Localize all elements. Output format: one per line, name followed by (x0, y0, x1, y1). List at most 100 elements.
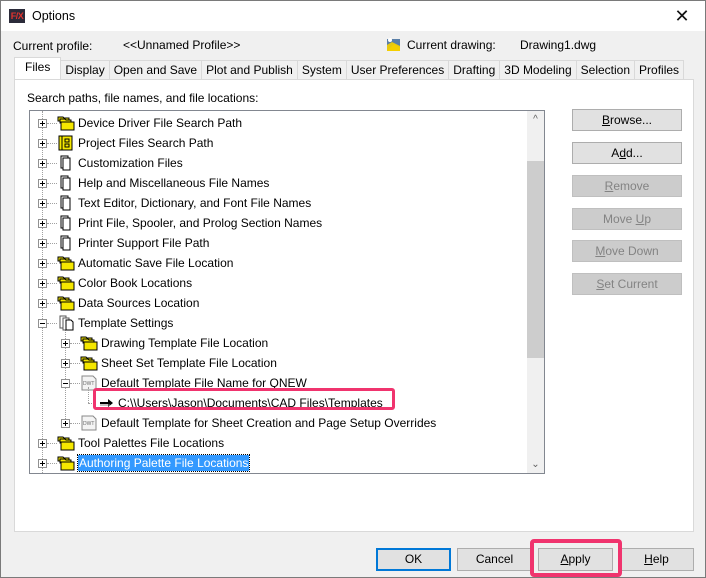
tab-files[interactable]: Files (14, 57, 62, 79)
expand-plus-icon[interactable] (38, 139, 47, 148)
expand-plus-icon[interactable] (38, 279, 47, 288)
expand-plus-icon[interactable] (38, 259, 47, 268)
tree-item-label: Data Sources Location (78, 296, 200, 310)
tree-item[interactable]: Template Settings (30, 313, 525, 333)
tree-connector-line (47, 183, 57, 184)
tab-bar: Files Display Open and Save Plot and Pub… (14, 57, 685, 79)
files-panel: Search paths, file names, and file locat… (14, 79, 694, 532)
expand-plus-icon[interactable] (38, 459, 47, 468)
tree-connector-line (47, 203, 57, 204)
expand-plus-icon[interactable] (38, 239, 47, 248)
search-paths-label: Search paths, file names, and file locat… (27, 91, 259, 105)
template-pages-icon (57, 315, 75, 331)
browse-button[interactable]: Browse... (572, 109, 682, 131)
expand-plus-icon[interactable] (38, 439, 47, 448)
tree-item[interactable]: DWT Default Template for Sheet Creation a… (30, 413, 525, 433)
tree-item[interactable]: Sheet Set Template File Location (30, 353, 525, 373)
current-profile-value: <<Unnamed Profile>> (123, 38, 241, 52)
tab-selection[interactable]: Selection (575, 60, 636, 79)
tree-connector-line (47, 223, 57, 224)
tree-connector-line (70, 383, 80, 384)
collapse-minus-icon[interactable] (61, 379, 70, 388)
folder-stack-icon (57, 295, 75, 311)
tree-item[interactable]: Printer Support File Path (30, 233, 525, 253)
title-bar: F/X Options ✕ (1, 1, 705, 31)
tree-item[interactable]: Drawing Template File Location (30, 333, 525, 353)
expand-plus-icon[interactable] (38, 199, 47, 208)
cancel-button[interactable]: Cancel (457, 548, 532, 571)
tree-connector-line (47, 323, 57, 324)
app-logo-icon: F/X (9, 9, 25, 23)
expand-plus-icon[interactable] (38, 179, 47, 188)
expand-plus-icon[interactable] (38, 299, 47, 308)
close-button[interactable]: ✕ (659, 1, 705, 31)
remove-button[interactable]: Remove (572, 175, 682, 197)
tree-connector-line (47, 263, 57, 264)
tree-item[interactable]: Customization Files (30, 153, 525, 173)
project-files-icon (57, 135, 75, 151)
current-drawing-value: Drawing1.dwg (520, 38, 597, 52)
tree-item-label: Drawing Template File Location (101, 336, 269, 350)
folder-stack-icon (57, 255, 75, 271)
tree-item[interactable]: Print File, Spooler, and Prolog Section … (30, 213, 525, 233)
set-current-button[interactable]: Set Current (572, 273, 682, 295)
tree-connector-line (47, 163, 57, 164)
expand-plus-icon[interactable] (38, 159, 47, 168)
drawing-file-icon (387, 38, 400, 51)
scroll-up-arrow-icon[interactable]: ^ (527, 111, 544, 128)
folder-stack-icon (80, 335, 98, 351)
tree-connector-line (70, 343, 80, 344)
template-path-highlight (93, 388, 395, 410)
tree-item[interactable]: Project Files Search Path (30, 133, 525, 153)
tree-item[interactable]: Device Driver File Search Path (30, 113, 525, 133)
move-up-button[interactable]: Move Up (572, 208, 682, 230)
tab-user-preferences[interactable]: User Preferences (345, 60, 450, 79)
tree-item-selected[interactable]: Authoring Palette File Locations (30, 453, 525, 473)
expand-plus-icon[interactable] (61, 359, 70, 368)
collapse-minus-icon[interactable] (38, 319, 47, 328)
tree-connector-line (47, 303, 57, 304)
tree-item-label: Print File, Spooler, and Prolog Section … (78, 216, 323, 230)
tab-profiles[interactable]: Profiles (634, 60, 685, 79)
tree-item-label: Project Files Search Path (78, 136, 214, 150)
tree-connector-line (47, 123, 57, 124)
tab-open-and-save[interactable]: Open and Save (108, 60, 203, 79)
tree-item-label: Automatic Save File Location (78, 256, 234, 270)
scrollbar-thumb[interactable] (527, 161, 544, 358)
current-profile-label: Current profile: (13, 39, 93, 53)
tree-item-label: Customization Files (78, 156, 183, 170)
tree-item[interactable]: Help and Miscellaneous File Names (30, 173, 525, 193)
document-stack-icon (57, 195, 75, 211)
tree-connector-line (88, 387, 89, 403)
document-stack-icon (57, 175, 75, 191)
file-locations-tree[interactable]: ^ ⌄ Device Driver File Search Path Projec… (29, 110, 545, 474)
tree-connector-line (47, 243, 57, 244)
vertical-scrollbar[interactable]: ^ ⌄ (527, 111, 544, 473)
tree-item[interactable]: Data Sources Location (30, 293, 525, 313)
tab-3d-modeling[interactable]: 3D Modeling (499, 60, 577, 79)
tree-item-label: Default Template for Sheet Creation and … (101, 416, 437, 430)
expand-plus-icon[interactable] (38, 119, 47, 128)
expand-plus-icon[interactable] (61, 419, 70, 428)
tree-item[interactable]: Color Book Locations (30, 273, 525, 293)
expand-plus-icon[interactable] (38, 219, 47, 228)
tab-drafting[interactable]: Drafting (448, 60, 501, 79)
move-down-button[interactable]: Move Down (572, 240, 682, 262)
tree-connector-line (70, 363, 80, 364)
options-dialog: F/X Options ✕ Current profile: <<Unnamed… (0, 0, 706, 578)
help-button[interactable]: Help (619, 548, 694, 571)
tree-connector-line (47, 443, 57, 444)
scroll-down-arrow-icon[interactable]: ⌄ (527, 456, 544, 473)
tab-plot-and-publish[interactable]: Plot and Publish (201, 60, 298, 79)
tree-item[interactable]: Tool Palettes File Locations (30, 433, 525, 453)
tree-item-label: Help and Miscellaneous File Names (78, 176, 270, 190)
add-button[interactable]: Add... (572, 142, 682, 164)
expand-plus-icon[interactable] (61, 339, 70, 348)
tree-item[interactable]: Automatic Save File Location (30, 253, 525, 273)
tab-system[interactable]: System (296, 60, 347, 79)
tree-item-label: Text Editor, Dictionary, and Font File N… (78, 196, 312, 210)
tab-display[interactable]: Display (60, 60, 110, 79)
tree-item[interactable]: Text Editor, Dictionary, and Font File N… (30, 193, 525, 213)
tree-item-label: Device Driver File Search Path (78, 116, 243, 130)
ok-button[interactable]: OK (376, 548, 451, 571)
